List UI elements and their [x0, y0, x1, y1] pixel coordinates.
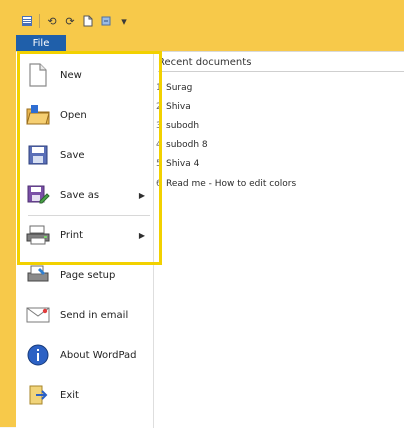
menu-item-new[interactable]: New	[16, 55, 153, 95]
recent-document-index: 3	[156, 120, 162, 131]
recent-document-index: 5	[156, 159, 162, 170]
wordpad-app-icon	[20, 14, 34, 28]
menu-item-save[interactable]: Save	[16, 135, 153, 175]
recent-document-index: 1	[156, 82, 162, 93]
email-icon	[16, 295, 60, 335]
recent-document-name: Shiva	[166, 101, 191, 112]
page-setup-icon	[16, 255, 60, 295]
menu-item-save-as-label: Save as	[60, 189, 100, 201]
menu-item-about[interactable]: About WordPad	[16, 335, 153, 375]
save-as-submenu-arrow-icon: ▶	[138, 190, 145, 200]
menu-item-new-label: New	[60, 69, 82, 81]
recent-document-item[interactable]: 1 Surag	[156, 78, 404, 97]
menu-item-page-setup[interactable]: Page setup	[16, 255, 153, 295]
recent-document-item[interactable]: 6 Read me - How to edit colors	[156, 174, 404, 193]
file-menu-backstage: Recent documents 1 Surag 2 Shiva 3 subod…	[16, 51, 404, 428]
menu-item-about-label: About WordPad	[60, 349, 137, 361]
qat-separator	[39, 14, 40, 28]
recent-document-index: 6	[156, 178, 162, 189]
recent-documents-list: 1 Surag 2 Shiva 3 subodh 4 subodh 8 5 Sh…	[156, 78, 404, 193]
menu-item-send-in-email-label: Send in email	[60, 309, 129, 321]
menu-item-open-label: Open	[60, 109, 87, 121]
recent-document-item[interactable]: 4 subodh 8	[156, 136, 404, 155]
recent-document-name: subodh	[166, 120, 200, 131]
recent-document-name: Surag	[166, 82, 193, 93]
recent-document-name: Shiva 4	[166, 159, 200, 170]
recent-document-item[interactable]: 5 Shiva 4	[156, 155, 404, 174]
recent-document-name: Read me - How to edit colors	[166, 178, 297, 189]
menu-item-send-in-email[interactable]: Send in email	[16, 295, 153, 335]
redo-icon[interactable]: ⟳	[63, 14, 77, 28]
file-tab[interactable]: File	[16, 35, 66, 51]
recent-documents-divider	[158, 71, 404, 72]
quick-access-toolbar: ⟲ ⟳ ▾	[16, 10, 404, 32]
recent-documents-title: Recent documents	[158, 57, 252, 68]
printer-icon	[16, 215, 60, 255]
file-tab-label: File	[32, 37, 50, 49]
info-icon	[16, 335, 60, 375]
save-disk-icon	[16, 135, 60, 175]
open-folder-icon	[16, 95, 60, 135]
recent-document-index: 4	[156, 140, 162, 151]
recent-document-item[interactable]: 3 subodh	[156, 116, 404, 135]
recent-documents-pane: Recent documents 1 Surag 2 Shiva 3 subod…	[154, 52, 404, 428]
save-as-icon	[16, 175, 60, 215]
recent-document-name: subodh 8	[166, 140, 208, 151]
recent-document-index: 2	[156, 101, 162, 112]
exit-icon	[16, 375, 60, 415]
customize-qat-icon[interactable]: ▾	[117, 14, 131, 28]
undo-icon[interactable]: ⟲	[45, 14, 59, 28]
menu-item-print[interactable]: Print ▶	[16, 215, 153, 255]
properties-icon[interactable]	[99, 14, 113, 28]
new-document-icon[interactable]	[81, 14, 95, 28]
menu-item-save-label: Save	[60, 149, 85, 161]
menu-item-page-setup-label: Page setup	[60, 269, 116, 281]
menu-item-exit-label: Exit	[60, 389, 79, 401]
menu-item-print-label: Print	[60, 229, 84, 241]
menu-item-save-as[interactable]: Save as ▶	[16, 175, 153, 215]
new-document-icon	[16, 55, 60, 95]
print-submenu-arrow-icon: ▶	[138, 230, 145, 240]
menu-item-exit[interactable]: Exit	[16, 375, 153, 415]
menu-item-open[interactable]: Open	[16, 95, 153, 135]
recent-document-item[interactable]: 2 Shiva	[156, 97, 404, 116]
